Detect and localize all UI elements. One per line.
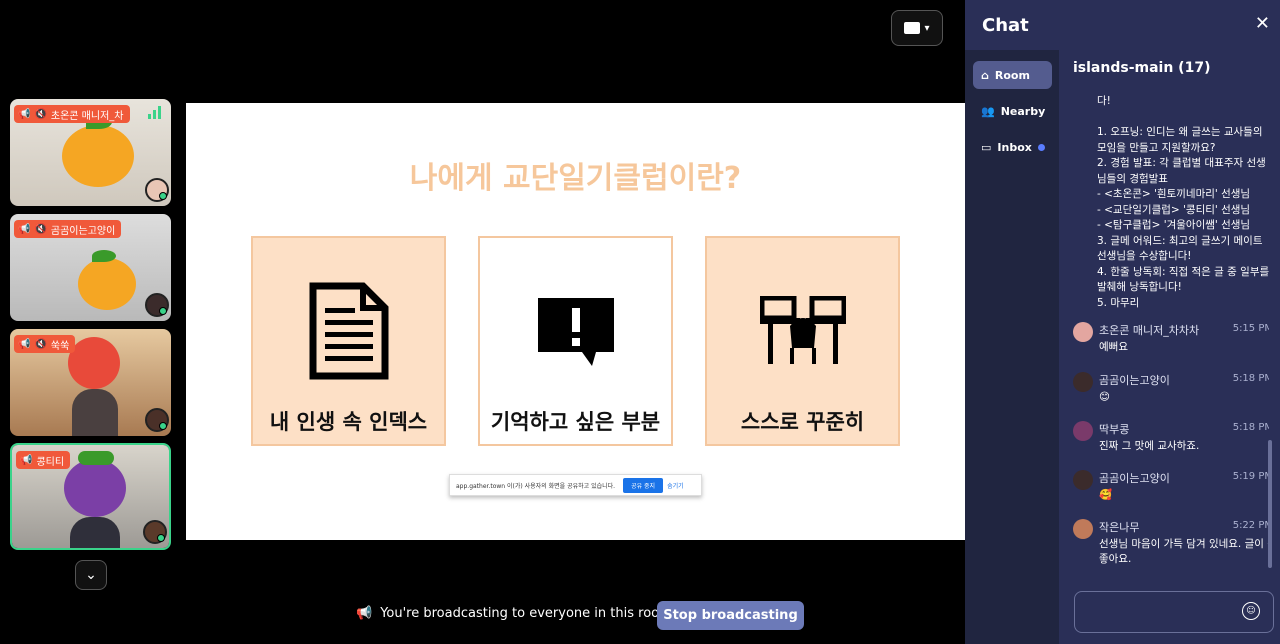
nav-item-inbox[interactable]: ▭ Inbox	[973, 133, 1052, 161]
mangosteen-face-filter	[64, 459, 126, 517]
online-status-dot	[157, 534, 165, 542]
nav-item-nearby[interactable]: 👥 Nearby	[973, 97, 1052, 125]
slide-card: 기억하고 싶은 부분	[478, 236, 673, 446]
signal-strength-icon	[148, 105, 161, 119]
avatar	[1073, 470, 1093, 490]
message-author: 곰곰이는고양이	[1099, 374, 1170, 387]
video-tile[interactable]: 📢 콩티티	[10, 443, 171, 550]
chat-title: Chat	[982, 14, 1029, 36]
participant-name-tag: 📢 🔇 초온콘 매니저_차	[14, 105, 130, 123]
message-time: 5:19 PM	[1232, 471, 1269, 482]
apple-face-filter	[68, 337, 120, 389]
stop-broadcasting-button[interactable]: Stop broadcasting	[657, 601, 804, 630]
message-author: 작은나무	[1099, 521, 1140, 534]
desks-icon	[759, 296, 846, 364]
screen-share-notice: app.gather.town 이(가) 사용자의 화면을 공유하고 있습니다.…	[449, 474, 702, 496]
screen-share-menu-button[interactable]: ▾	[891, 10, 943, 46]
megaphone-icon: 📢	[356, 606, 373, 621]
message-body: 예뻐요	[1099, 341, 1128, 353]
message-author: 초온콘 매니저_차차차	[1099, 324, 1200, 337]
stop-sharing-button[interactable]: 공유 중지	[623, 477, 664, 493]
card-label: 기억하고 싶은 부분	[490, 410, 661, 434]
megaphone-icon: 📢	[18, 338, 31, 350]
slide-card: 내 인생 속 인덱스	[251, 236, 446, 446]
nav-item-room[interactable]: ⌂ Room	[973, 61, 1052, 89]
megaphone-icon: 📢	[20, 454, 33, 466]
show-more-videos-button[interactable]: ⌄	[75, 560, 107, 590]
card-label: 내 인생 속 인덱스	[269, 410, 428, 434]
person-silhouette	[72, 389, 118, 436]
gather-app: ▾ 📢 🔇 초온콘 매니저_차 📢 🔇 곰곰이는고양이 📢 🔇 쑥쑥 📢 콩티티…	[0, 0, 1280, 644]
inbox-icon: ▭	[981, 140, 992, 154]
message-body: 선생님 마음이 가득 담겨 있네요. 글이 참 좋아요.	[1099, 538, 1269, 565]
orange-face-filter	[62, 125, 134, 187]
online-status-dot	[159, 422, 167, 430]
mic-muted-icon: 🔇	[34, 223, 47, 235]
avatar	[145, 408, 169, 432]
participant-name-tag: 📢 🔇 쑥쑥	[14, 335, 76, 353]
avatar	[143, 520, 167, 544]
video-tile[interactable]: 📢 🔇 초온콘 매니저_차	[10, 99, 171, 206]
chevron-down-icon: ⌄	[85, 567, 97, 583]
message-body: 다! 1. 오프닝: 인디는 왜 글쓰는 교사들의 모임을 만들고 지원할까요?…	[1097, 95, 1269, 309]
screen-icon	[904, 22, 921, 34]
mic-muted-icon: 🔇	[34, 108, 47, 120]
message-time: 5:15 PM	[1232, 323, 1269, 334]
megaphone-icon: 📢	[18, 108, 31, 120]
share-notice-text: app.gather.town 이(가) 사용자의 화면을 공유하고 있습니다.	[456, 482, 616, 490]
message-author: 곰곰이는고양이	[1099, 472, 1170, 485]
participant-name-tag: 📢 🔇 곰곰이는고양이	[14, 220, 122, 238]
avatar	[145, 178, 169, 202]
online-status-dot	[159, 192, 167, 200]
chat-panel: Chat ✕ ⌂ Room 👥 Nearby ▭ Inbox islands-m…	[965, 0, 1280, 644]
leaf-icon	[92, 250, 116, 262]
message-body: 🥰	[1099, 489, 1113, 501]
online-status-dot	[159, 307, 167, 315]
hide-notice-link[interactable]: 숨기기	[667, 481, 684, 490]
unread-dot	[1037, 143, 1045, 151]
orange-face-filter	[78, 258, 136, 310]
person-silhouette	[70, 517, 120, 548]
broadcast-text: You're broadcasting to everyone in this …	[380, 606, 672, 621]
avatar	[1073, 421, 1093, 441]
message-time: 5:18 PM	[1232, 373, 1269, 384]
avatar	[1073, 372, 1093, 392]
channel-title: islands-main (17)	[1073, 60, 1211, 76]
megaphone-icon: 📢	[18, 223, 31, 235]
slide-card: 스스로 꾸준히	[705, 236, 900, 446]
avatar	[145, 293, 169, 317]
avatar	[1073, 519, 1093, 539]
chat-scrollbar[interactable]	[1268, 440, 1272, 568]
participant-name-tag: 📢 콩티티	[16, 451, 71, 469]
people-icon: 👥	[981, 104, 995, 118]
message-author: 딱부콩	[1099, 423, 1130, 436]
emoji-icon[interactable]: ☺	[1242, 602, 1260, 620]
message-body: 진짜 그 맛에 교사하죠.	[1099, 440, 1200, 452]
message-time: 5:22 PM	[1232, 520, 1269, 531]
avatar	[1073, 322, 1093, 342]
room-icon: ⌂	[981, 68, 989, 82]
leaf-icon	[78, 451, 114, 465]
message-time: 5:18 PM	[1232, 422, 1269, 433]
slide-title: 나에게 교단일기클럽이란?	[409, 161, 742, 196]
chevron-down-icon: ▾	[924, 22, 930, 34]
message-body: 😊	[1099, 391, 1110, 403]
message-list: 다! 1. 오프닝: 인디는 왜 글쓰는 교사들의 모임을 만들고 지원할까요?…	[1059, 90, 1269, 580]
document-icon	[309, 282, 388, 380]
speech-alert-icon	[537, 298, 614, 366]
chat-nav: ⌂ Room 👥 Nearby ▭ Inbox	[965, 50, 1059, 644]
close-icon[interactable]: ✕	[1255, 13, 1270, 34]
video-tile[interactable]: 📢 🔇 곰곰이는고양이	[10, 214, 171, 321]
video-tile[interactable]: 📢 🔇 쑥쑥	[10, 329, 171, 436]
mic-muted-icon: 🔇	[34, 338, 47, 350]
card-label: 스스로 꾸준히	[740, 410, 865, 434]
broadcast-status: 📢 You're broadcasting to everyone in thi…	[356, 606, 672, 621]
